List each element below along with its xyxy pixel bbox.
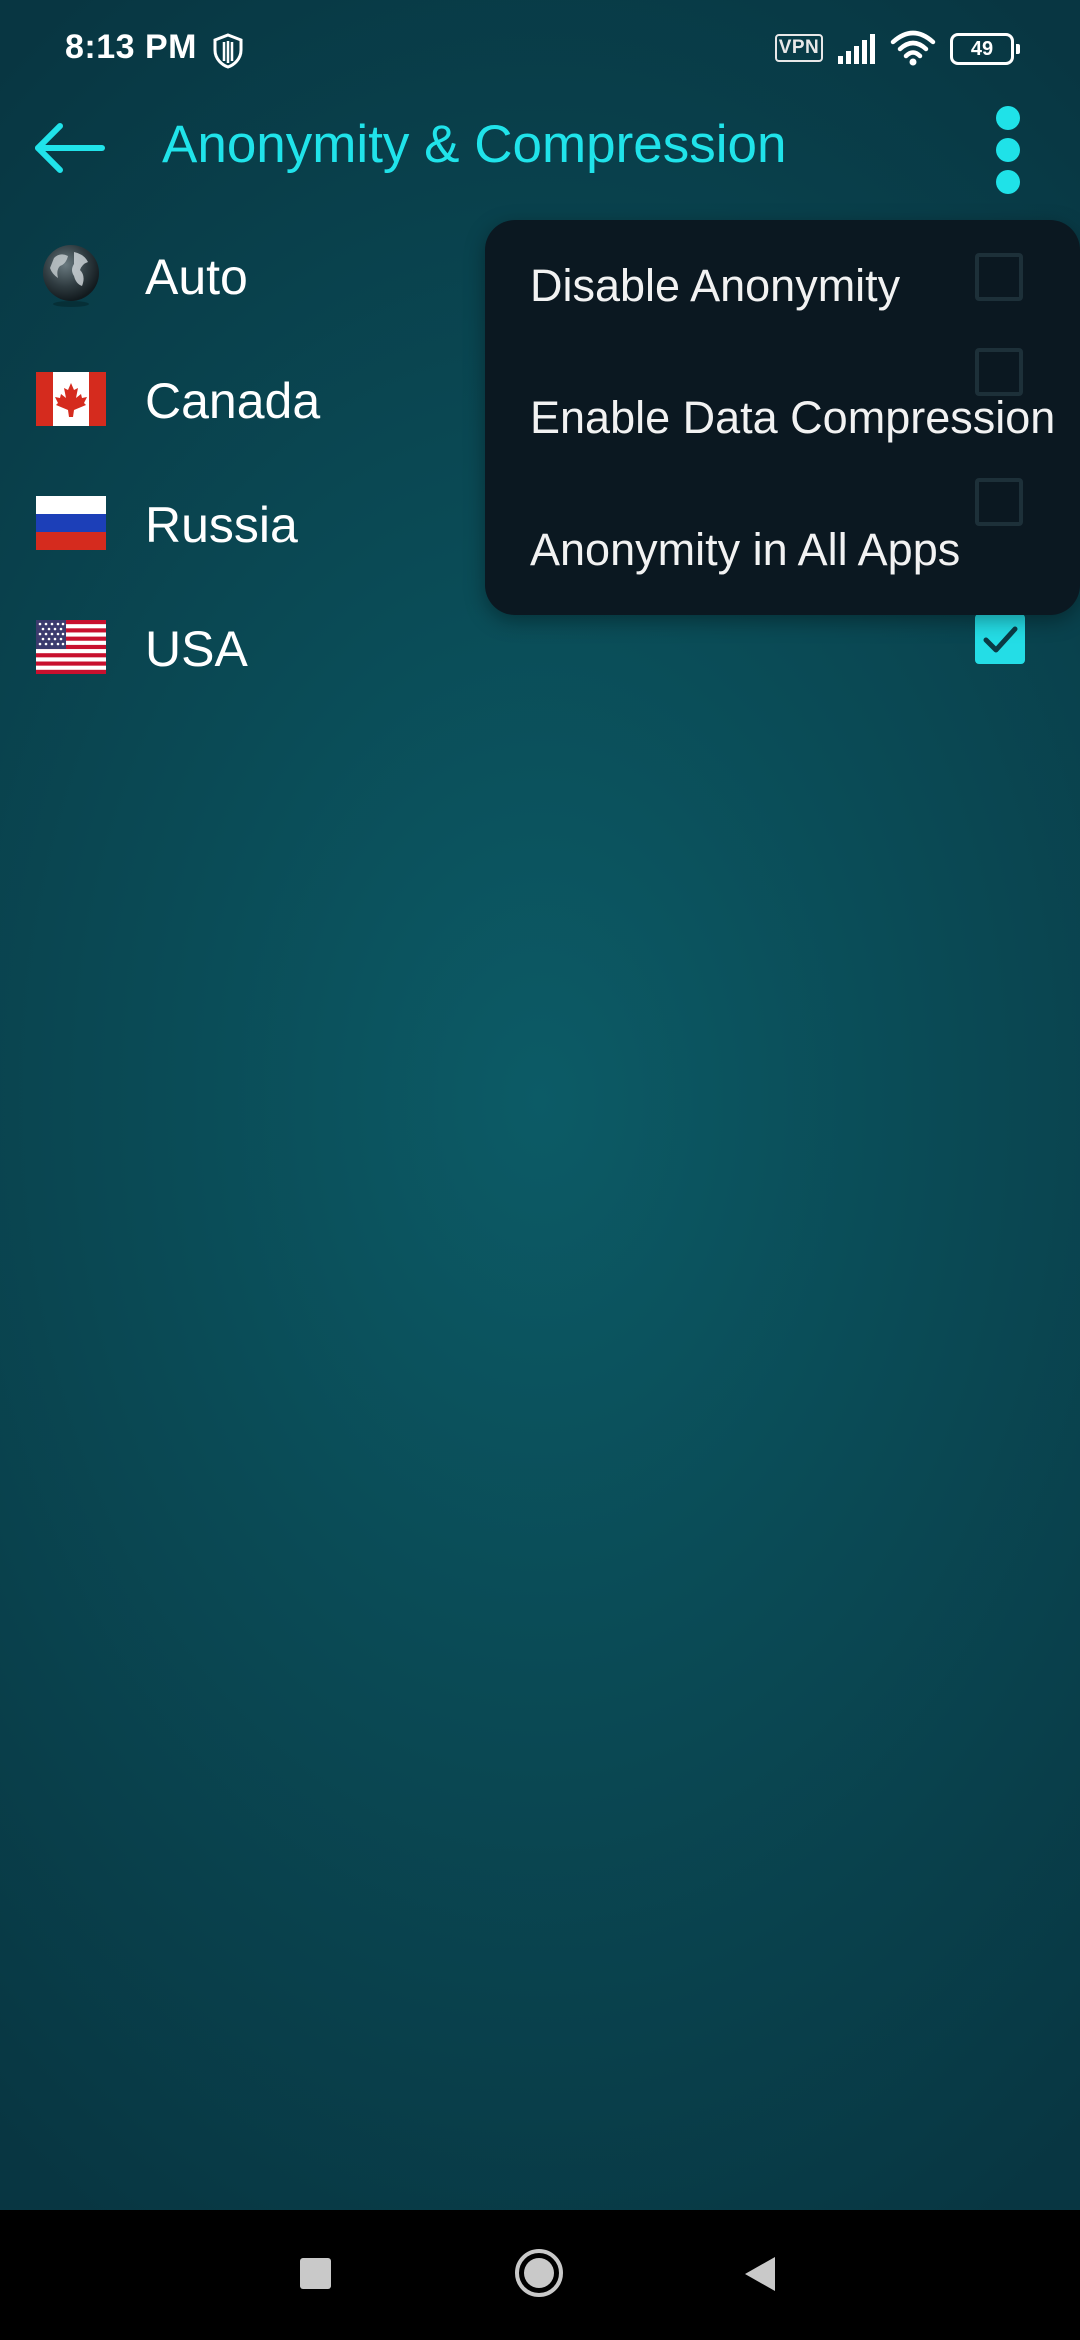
home-icon[interactable] bbox=[513, 2247, 565, 2299]
canada-flag-icon bbox=[36, 372, 106, 426]
battery-icon: 49 bbox=[950, 33, 1020, 65]
menu-item-anonymity-all-apps[interactable]: Anonymity in All Apps bbox=[485, 478, 1080, 616]
app-bar: Anonymity & Compression bbox=[0, 100, 1080, 195]
check-icon bbox=[983, 626, 1018, 653]
page-title: Anonymity & Compression bbox=[162, 115, 787, 174]
list-item-label: Canada bbox=[145, 373, 321, 429]
status-time: 8:13 PM bbox=[65, 28, 197, 66]
arrow-left-icon bbox=[35, 123, 105, 173]
wifi-icon bbox=[890, 30, 936, 71]
signal-icon bbox=[838, 32, 882, 71]
menu-item-label: Anonymity in All Apps bbox=[530, 524, 961, 575]
more-vertical-icon-dot bbox=[996, 138, 1020, 162]
globe-icon bbox=[36, 245, 106, 307]
options-popup-menu: Disable Anonymity Enable Data Compressio… bbox=[485, 220, 1080, 615]
back-icon[interactable] bbox=[742, 2254, 778, 2294]
menu-item-label: Disable Anonymity bbox=[530, 260, 901, 311]
recents-icon[interactable] bbox=[300, 2258, 331, 2289]
back-button[interactable] bbox=[32, 118, 112, 178]
list-item-label: USA bbox=[145, 621, 248, 677]
battery-level: 49 bbox=[970, 38, 994, 60]
list-item-label: Russia bbox=[145, 497, 298, 553]
status-icons: VPN 49 bbox=[760, 0, 1080, 100]
usa-flag-icon bbox=[36, 620, 106, 674]
status-bar: 8:13 PM VPN 49 bbox=[0, 0, 1080, 100]
usa-selected-checkbox[interactable] bbox=[975, 614, 1025, 664]
more-vertical-icon-dot bbox=[996, 170, 1020, 194]
menu-item-disable-anonymity[interactable]: Disable Anonymity bbox=[485, 220, 1080, 352]
menu-item-enable-data-compression[interactable]: Enable Data Compression bbox=[485, 348, 1080, 484]
enable-data-compression-checkbox[interactable] bbox=[975, 348, 1023, 396]
shield-icon bbox=[212, 33, 244, 69]
menu-item-label: Enable Data Compression bbox=[530, 392, 1056, 443]
disable-anonymity-checkbox[interactable] bbox=[975, 253, 1023, 301]
list-item-label: Auto bbox=[145, 249, 248, 305]
more-vertical-icon bbox=[996, 106, 1020, 130]
anonymity-all-apps-checkbox[interactable] bbox=[975, 478, 1023, 526]
russia-flag-icon bbox=[36, 496, 106, 550]
system-nav-bar bbox=[0, 2210, 1080, 2340]
more-options-button[interactable] bbox=[985, 104, 1031, 196]
vpn-icon: VPN bbox=[775, 34, 823, 62]
